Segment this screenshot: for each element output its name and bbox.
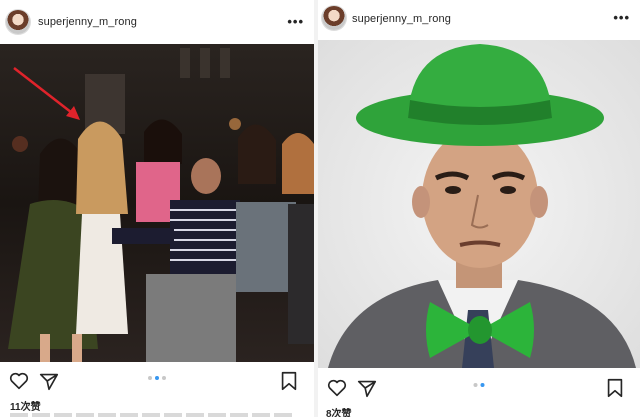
likes-count[interactable]: 8次赞 bbox=[326, 405, 352, 417]
avatar[interactable] bbox=[6, 10, 30, 34]
group-photo-image bbox=[0, 44, 314, 362]
post-right: superjenny_m_rong ••• 8次赞 bbox=[318, 0, 640, 417]
heart-icon[interactable] bbox=[8, 370, 30, 392]
carousel-dot-active bbox=[155, 376, 159, 380]
carousel-indicator bbox=[148, 376, 166, 380]
bookmark-icon[interactable] bbox=[604, 377, 626, 399]
carousel-indicator bbox=[473, 383, 485, 387]
post-header: superjenny_m_rong ••• bbox=[0, 0, 314, 38]
action-bar bbox=[318, 373, 640, 401]
action-bar bbox=[0, 366, 314, 394]
carousel-dot bbox=[162, 376, 166, 380]
more-options-icon[interactable]: ••• bbox=[287, 14, 304, 29]
portrait-image bbox=[318, 40, 640, 368]
carousel-dot bbox=[473, 383, 478, 387]
carousel-dot-active bbox=[480, 383, 485, 387]
username[interactable]: superjenny_m_rong bbox=[38, 16, 137, 28]
send-icon[interactable] bbox=[356, 377, 378, 399]
bookmark-icon[interactable] bbox=[278, 370, 300, 392]
avatar[interactable] bbox=[322, 6, 346, 30]
more-options-icon[interactable]: ••• bbox=[613, 10, 630, 25]
post-photo[interactable] bbox=[0, 44, 314, 362]
post-photo[interactable] bbox=[318, 40, 640, 368]
username[interactable]: superjenny_m_rong bbox=[352, 13, 451, 25]
caption-text bbox=[10, 413, 294, 417]
carousel-dot bbox=[148, 376, 152, 380]
post-left: superjenny_m_rong ••• 11次赞 bbox=[0, 0, 314, 417]
heart-icon[interactable] bbox=[326, 377, 348, 399]
send-icon[interactable] bbox=[38, 370, 60, 392]
likes-count[interactable]: 11次赞 bbox=[10, 398, 41, 413]
post-header: superjenny_m_rong ••• bbox=[318, 0, 640, 38]
